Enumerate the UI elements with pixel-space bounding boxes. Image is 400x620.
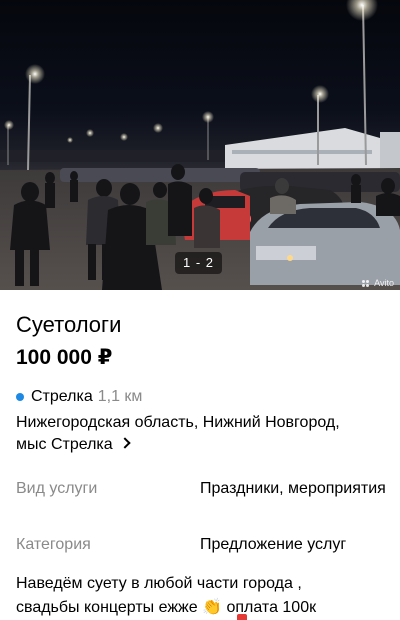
address-line-2: мыс Стрелка xyxy=(16,436,113,453)
listing-price: 100 000 ₽ xyxy=(16,346,113,369)
chevron-right-icon xyxy=(119,437,131,449)
listing-photo-gallery[interactable]: 1 - 2 Avito xyxy=(0,0,400,290)
metro-station: Стрелка 1,1 км xyxy=(16,388,142,406)
address-link[interactable]: Нижегородская область, Нижний Новгород, … xyxy=(16,412,388,456)
clapping-hands-icon: 👏 xyxy=(202,597,223,616)
address-line-1: Нижегородская область, Нижний Новгород, xyxy=(16,414,340,431)
photo-counter: 1 - 2 xyxy=(175,252,223,274)
avito-watermark-text: Avito xyxy=(374,278,394,288)
listing-title: Суетологи xyxy=(16,312,122,337)
night-parking-photo xyxy=(0,0,400,290)
param-label-category: Категория xyxy=(16,536,91,553)
description-line-1: Наведём суету в любой части города , xyxy=(16,575,302,592)
emoji-overflow-mark xyxy=(237,614,247,620)
avito-logo-icon xyxy=(362,279,371,287)
metro-distance: 1,1 км xyxy=(97,388,143,405)
param-value-category: Предложение услуг xyxy=(200,536,347,553)
description-line-2a: свадьбы концерты ежже xyxy=(16,599,198,616)
metro-dot-icon xyxy=(16,393,24,401)
avito-watermark: Avito xyxy=(362,278,394,288)
listing-description: Наведём суету в любой части города , сва… xyxy=(16,572,388,619)
param-label-service-type: Вид услуги xyxy=(16,480,98,497)
param-value-service-type: Праздники, мероприятия xyxy=(200,480,386,497)
metro-name: Стрелка xyxy=(31,388,93,405)
